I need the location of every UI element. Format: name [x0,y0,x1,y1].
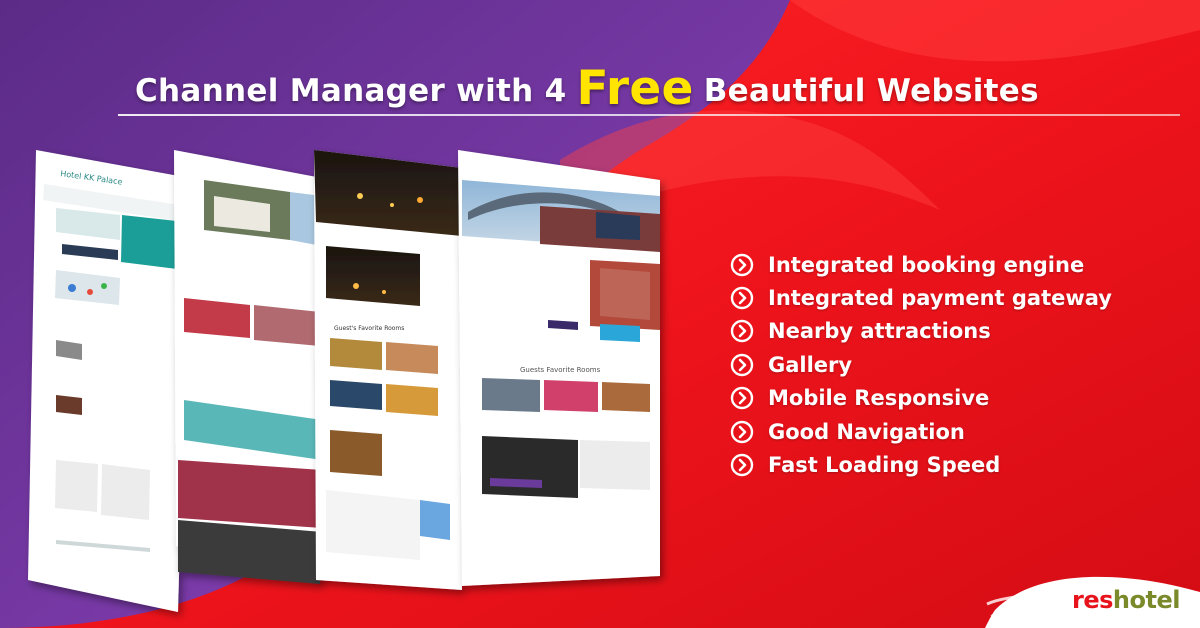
chevron-circle-icon [730,320,754,343]
chevron-circle-icon [730,453,754,477]
feature-label: Integrated payment gateway [768,286,1112,311]
list-item: Mobile Responsive [730,382,1112,415]
list-item: Integrated payment gateway [730,281,1112,314]
chevron-circle-icon [730,387,754,410]
brand-part-1: res [1072,586,1113,614]
brand-logo: reshotel [1072,586,1180,614]
chevron-circle-icon [730,253,754,276]
site4-heading: Guests Favorite Rooms [520,366,601,374]
brand-part-2: hotel [1112,586,1181,614]
feature-label: Gallery [768,352,853,377]
mockup-site-2 [174,150,322,584]
feature-label: Integrated booking engine [768,252,1085,277]
feature-label: Nearby attractions [768,319,991,344]
site3-section: Guest's Favorite Rooms [334,325,404,332]
chevron-circle-icon [730,286,754,310]
feature-label: Mobile Responsive [768,386,990,411]
feature-list: Integrated booking engine Integrated pay… [730,248,1112,482]
list-item: Good Navigation [730,415,1112,448]
feature-label: Good Navigation [768,419,965,444]
mockup-site-3: Guest's Favorite Rooms [314,150,462,590]
list-item: Nearby attractions [730,315,1112,348]
feature-label: Fast Loading Speed [768,453,1001,478]
chevron-circle-icon [730,420,754,443]
list-item: Integrated booking engine [730,248,1112,281]
list-item: Fast Loading Speed [730,448,1112,481]
mockup-site-1: Hotel KK Palace [28,150,190,612]
mockup-site-4: Guests Favorite Rooms [458,150,660,586]
chevron-circle-icon [730,353,754,377]
list-item: Gallery [730,348,1112,381]
